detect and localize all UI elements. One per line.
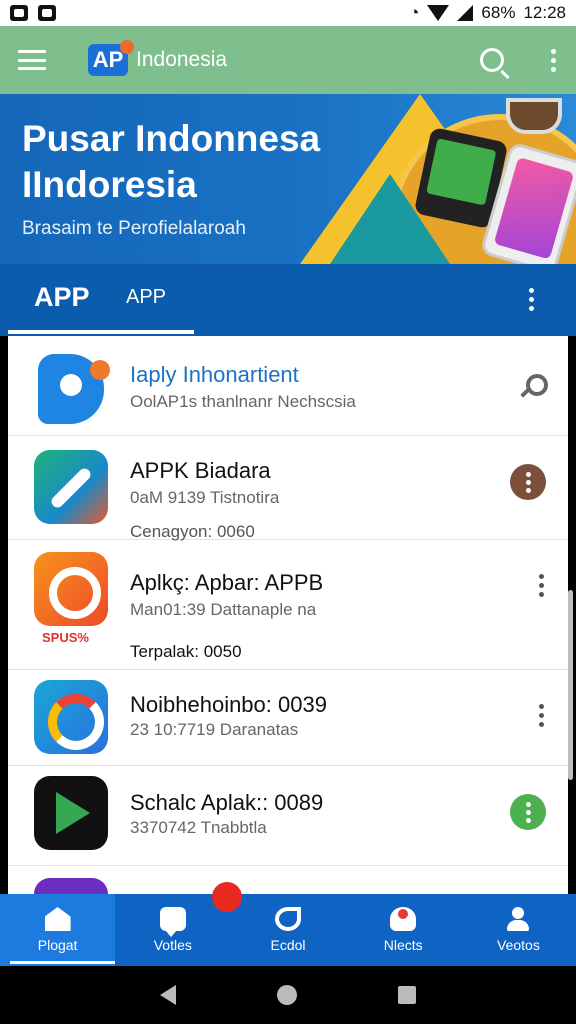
list-item[interactable]: Schalc Aplak:: 0089 3370742 Tnabbtla [8,766,568,866]
app-pen-icon [34,450,108,524]
chat-icon [159,907,186,937]
signal-icon [457,5,474,21]
news-icon [390,907,417,931]
nav-nlects[interactable]: Nlects [346,894,461,966]
system-navigation-bar [0,966,576,1024]
item-title: Aplkç: Apbar: APPB [130,570,324,595]
item-title: Iaply Inhonartient [130,362,299,387]
item-title: APPK Biadara [130,458,271,483]
home-icon [44,907,71,931]
nav-label: Veotos [497,937,540,953]
item-subtitle: OolAP1s thanlnanr Nechscsia [130,392,356,411]
banner-subtitle: Brasaim te Perofielalaroah [22,218,246,239]
play-store-icon [34,776,108,850]
clock: 12:28 [523,3,566,22]
nav-ecdol[interactable]: Ecdol [230,894,345,966]
nav-home[interactable]: Plogat [0,894,116,966]
more-options-button[interactable] [510,794,546,830]
battery-level: 68% [481,3,516,22]
list-item[interactable]: APPK Biadara 0aM 9139 Tistnotira Cenagyo… [8,436,568,541]
scrollbar[interactable] [568,590,573,780]
bottom-navigation: Plogat Votles Ecdol Nlects Veotos [0,894,576,966]
list-item[interactable]: Noibhehoinbo: 0039 23 10:7719 Daranatas [8,670,568,766]
item-more-icon[interactable] [536,574,546,597]
home-button-icon[interactable] [276,985,297,1005]
promo-banner[interactable]: Pusar Indonnesa IIndoresia Brasaim te Pe… [0,94,576,264]
tab-app-primary[interactable]: APP [34,282,90,313]
back-icon[interactable] [160,985,177,1005]
item-subtitle: 0aM 9139 Tistnotira [130,488,280,507]
list-item[interactable]: SPUS% Aplkç: Apbar: APPB Man01:39 Dattan… [8,540,568,670]
nav-label: Nlects [383,937,423,953]
more-options-button[interactable] [510,464,546,500]
gallery-notification-icon [10,5,28,21]
nav-label: Plogat [37,937,78,953]
alarm-icon: ◔ [409,3,420,22]
item-more-icon[interactable] [536,704,546,727]
nav-votles[interactable]: Votles [115,894,230,966]
recent-apps-icon[interactable] [397,986,416,1004]
tab-app-secondary[interactable]: APP [126,286,166,309]
item-subtitle: 23 10:7719 Daranatas [130,720,299,739]
nav-veotos[interactable]: Veotos [461,894,576,966]
list-item[interactable] [8,866,568,894]
more-options-icon[interactable] [548,48,558,72]
knot-icon [275,907,301,931]
brand-tag: SPUS% [42,630,89,645]
app-p-icon [34,354,110,428]
item-title: Schalc Aplak:: 0089 [130,790,324,815]
coffee-cup-illustration [506,98,562,134]
app-search-icon [34,552,108,626]
tab-indicator [8,330,194,334]
tab-more-icon[interactable] [526,288,536,311]
app-list: Iaply Inhonartient OolAP1s thanlnanr Nec… [8,336,568,894]
item-subtitle: 3370742 Tnabbtla [130,818,267,837]
item-subtitle: Man01:39 Dattanaple na [130,600,317,619]
wifi-icon [427,5,450,21]
app-logo: AP [88,40,134,76]
banner-title: Pusar Indonnesa IIndoresia [22,116,320,208]
nav-label: Votles [153,937,192,953]
tab-bar: APP APP [0,264,576,336]
item-title: Noibhehoinbo: 0039 [130,692,327,717]
notification-dot [212,882,242,912]
nav-label: Ecdol [270,937,306,953]
app-notification-icon [38,5,56,21]
item-detail: Cenagyon: 0060 [130,522,255,541]
menu-icon[interactable] [18,50,46,70]
app-search-icon [34,680,108,754]
key-icon[interactable] [520,374,548,400]
app-title: Indonesia [136,48,228,71]
status-bar: ◔ 68% 12:28 [0,0,576,26]
banner-title-line: IIndoresia [22,164,197,205]
item-detail: Terpalak: 0050 [130,642,242,661]
app-icon [34,878,108,894]
person-icon [505,907,531,931]
search-icon[interactable] [480,48,504,72]
app-bar: AP Indonesia [0,26,576,94]
banner-title-line: Pusar Indonnesa [22,118,321,159]
list-item[interactable]: Iaply Inhonartient OolAP1s thanlnanr Nec… [8,336,568,436]
